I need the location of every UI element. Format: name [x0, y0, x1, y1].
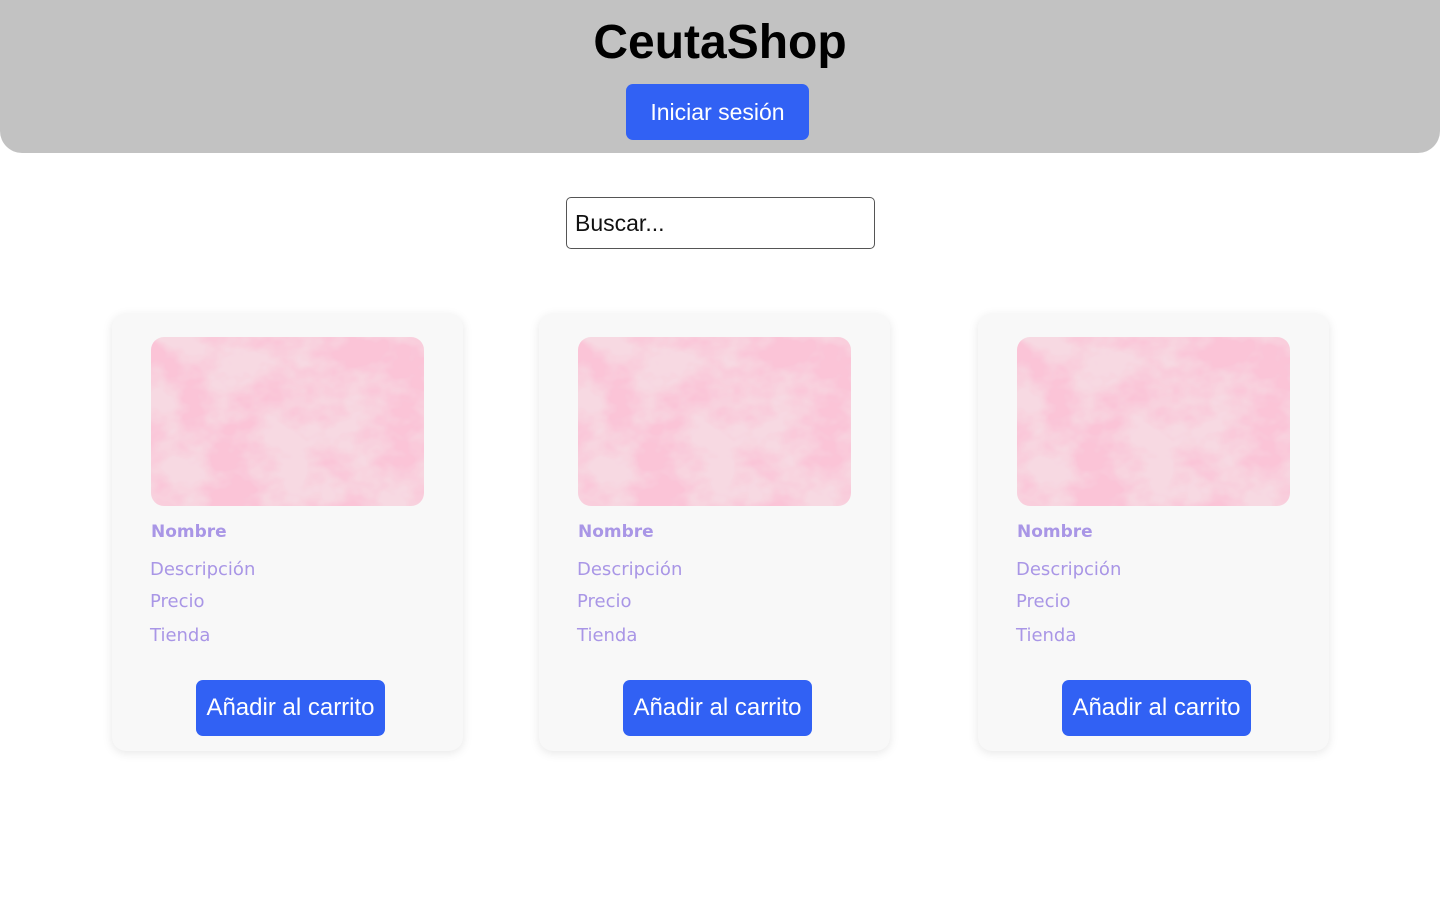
product-store: Tienda: [1016, 625, 1077, 646]
site-title: CeutaShop: [593, 16, 847, 69]
product-description: Descripción: [150, 559, 256, 580]
product-card: Nombre Descripción Precio Tienda Añadir …: [978, 314, 1329, 751]
product-store: Tienda: [577, 625, 638, 646]
pink-marble-image: [578, 337, 851, 506]
product-name: Nombre: [578, 522, 654, 542]
product-name: Nombre: [1017, 522, 1093, 542]
product-card: Nombre Descripción Precio Tienda Añadir …: [539, 314, 890, 751]
pink-marble-image: [1017, 337, 1290, 506]
pink-marble-image: [151, 337, 424, 506]
product-description: Descripción: [577, 559, 683, 580]
product-description: Descripción: [1016, 559, 1122, 580]
site-header: CeutaShop Iniciar sesión: [0, 0, 1440, 153]
product-store: Tienda: [150, 625, 211, 646]
product-price: Precio: [150, 591, 205, 612]
search-input[interactable]: [566, 197, 875, 249]
product-name: Nombre: [151, 522, 227, 542]
add-to-cart-button[interactable]: Añadir al carrito: [1062, 680, 1251, 736]
product-card: Nombre Descripción Precio Tienda Añadir …: [112, 314, 463, 751]
add-to-cart-button[interactable]: Añadir al carrito: [196, 680, 385, 736]
product-price: Precio: [577, 591, 632, 612]
login-button[interactable]: Iniciar sesión: [626, 84, 809, 140]
add-to-cart-button[interactable]: Añadir al carrito: [623, 680, 812, 736]
product-price: Precio: [1016, 591, 1071, 612]
